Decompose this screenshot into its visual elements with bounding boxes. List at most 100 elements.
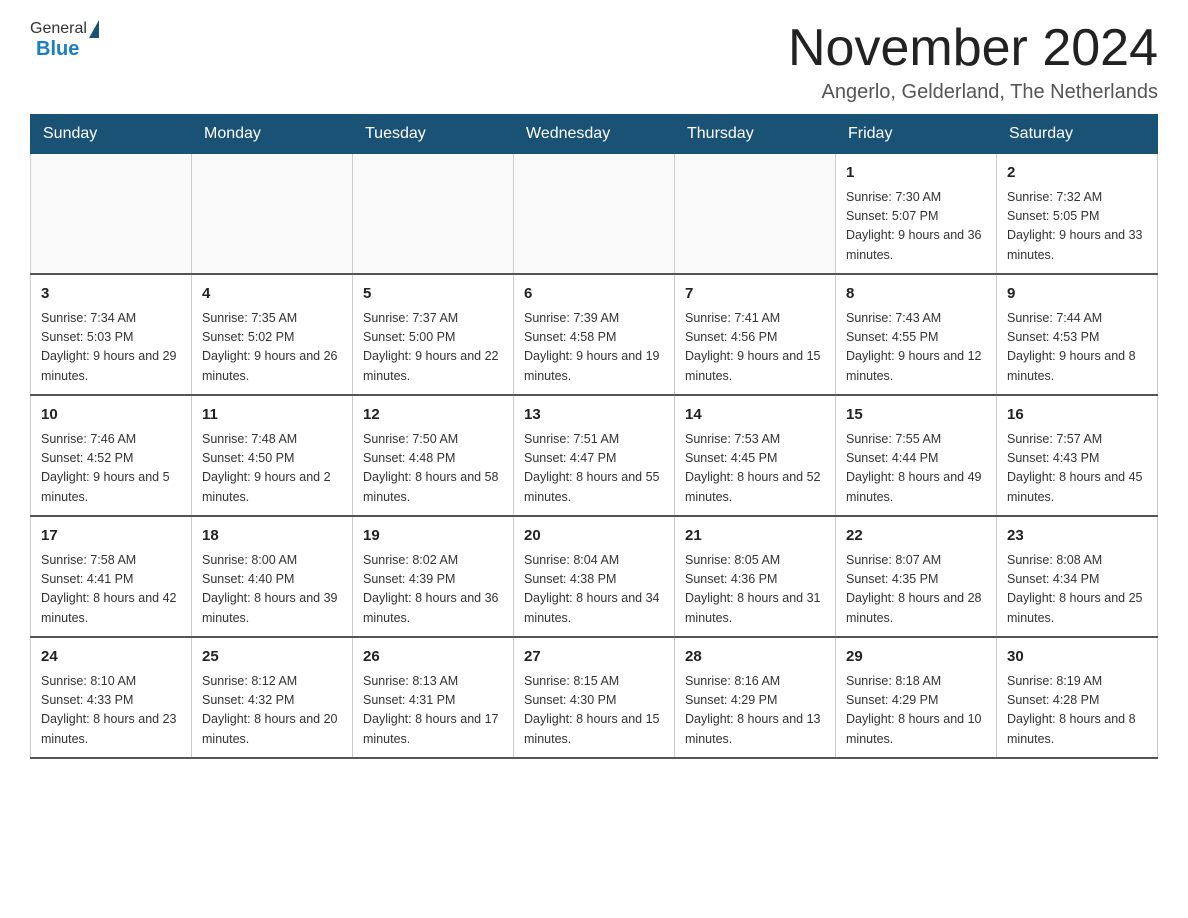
- logo-general-text: General: [30, 20, 87, 38]
- day-number: 30: [1007, 646, 1147, 669]
- calendar-header-row: SundayMondayTuesdayWednesdayThursdayFrid…: [31, 115, 1158, 154]
- day-info: Sunrise: 8:02 AM Sunset: 4:39 PM Dayligh…: [363, 551, 503, 629]
- calendar-cell: 27 Sunrise: 8:15 AM Sunset: 4:30 PM Dayli…: [514, 637, 675, 758]
- day-number: 4: [202, 283, 342, 306]
- day-info: Sunrise: 7:48 AM Sunset: 4:50 PM Dayligh…: [202, 430, 342, 508]
- weekday-header-wednesday: Wednesday: [514, 115, 675, 154]
- day-number: 10: [41, 404, 181, 427]
- calendar-cell: 21 Sunrise: 8:05 AM Sunset: 4:36 PM Dayli…: [675, 516, 836, 637]
- day-info: Sunrise: 7:39 AM Sunset: 4:58 PM Dayligh…: [524, 309, 664, 387]
- calendar-week-row: 10Sunrise: 7:46 AM Sunset: 4:52 PM Dayli…: [31, 395, 1158, 516]
- page-header: General Blue November 2024 Angerlo, Geld…: [30, 20, 1158, 104]
- day-number: 2: [1007, 162, 1147, 185]
- weekday-header-friday: Friday: [836, 115, 997, 154]
- day-number: 24: [41, 646, 181, 669]
- day-number: 14: [685, 404, 825, 427]
- calendar-cell: 16 Sunrise: 7:57 AM Sunset: 4:43 PM Dayli…: [997, 395, 1158, 516]
- weekday-header-monday: Monday: [192, 115, 353, 154]
- calendar-cell: 18 Sunrise: 8:00 AM Sunset: 4:40 PM Dayli…: [192, 516, 353, 637]
- day-info: Sunrise: 8:13 AM Sunset: 4:31 PM Dayligh…: [363, 672, 503, 750]
- day-number: 26: [363, 646, 503, 669]
- day-number: 15: [846, 404, 986, 427]
- day-number: 9: [1007, 283, 1147, 306]
- weekday-header-sunday: Sunday: [31, 115, 192, 154]
- calendar-cell: 8 Sunrise: 7:43 AM Sunset: 4:55 PM Daylig…: [836, 274, 997, 395]
- day-info: Sunrise: 7:30 AM Sunset: 5:07 PM Dayligh…: [846, 188, 986, 266]
- calendar-cell: 25 Sunrise: 8:12 AM Sunset: 4:32 PM Dayli…: [192, 637, 353, 758]
- day-number: 12: [363, 404, 503, 427]
- day-info: Sunrise: 8:16 AM Sunset: 4:29 PM Dayligh…: [685, 672, 825, 750]
- month-title: November 2024: [788, 20, 1158, 77]
- calendar-week-row: 3 Sunrise: 7:34 AM Sunset: 5:03 PM Daylig…: [31, 274, 1158, 395]
- day-number: 28: [685, 646, 825, 669]
- day-number: 6: [524, 283, 664, 306]
- day-number: 29: [846, 646, 986, 669]
- title-area: November 2024 Angerlo, Gelderland, The N…: [788, 20, 1158, 104]
- day-info: Sunrise: 7:44 AM Sunset: 4:53 PM Dayligh…: [1007, 309, 1147, 387]
- calendar-cell: 5 Sunrise: 7:37 AM Sunset: 5:00 PM Daylig…: [353, 274, 514, 395]
- calendar-cell: 14 Sunrise: 7:53 AM Sunset: 4:45 PM Dayli…: [675, 395, 836, 516]
- day-number: 27: [524, 646, 664, 669]
- day-info: Sunrise: 8:00 AM Sunset: 4:40 PM Dayligh…: [202, 551, 342, 629]
- logo: General Blue: [30, 20, 101, 61]
- location-subtitle: Angerlo, Gelderland, The Netherlands: [788, 81, 1158, 104]
- day-number: 25: [202, 646, 342, 669]
- day-number: 18: [202, 525, 342, 548]
- day-info: Sunrise: 8:18 AM Sunset: 4:29 PM Dayligh…: [846, 672, 986, 750]
- calendar-cell: 30 Sunrise: 8:19 AM Sunset: 4:28 PM Dayli…: [997, 637, 1158, 758]
- day-info: Sunrise: 7:57 AM Sunset: 4:43 PM Dayligh…: [1007, 430, 1147, 508]
- logo-triangle-icon: [89, 20, 99, 38]
- calendar-cell: [31, 154, 192, 275]
- calendar-cell: 17 Sunrise: 7:58 AM Sunset: 4:41 PM Dayli…: [31, 516, 192, 637]
- calendar-cell: 24 Sunrise: 8:10 AM Sunset: 4:33 PM Dayli…: [31, 637, 192, 758]
- day-info: Sunrise: 7:35 AM Sunset: 5:02 PM Dayligh…: [202, 309, 342, 387]
- calendar-cell: 19 Sunrise: 8:02 AM Sunset: 4:39 PM Dayli…: [353, 516, 514, 637]
- day-info: Sunrise: 7:53 AM Sunset: 4:45 PM Dayligh…: [685, 430, 825, 508]
- day-info: Sunrise: 7:55 AM Sunset: 4:44 PM Dayligh…: [846, 430, 986, 508]
- day-number: 8: [846, 283, 986, 306]
- day-info: Sunrise: 8:05 AM Sunset: 4:36 PM Dayligh…: [685, 551, 825, 629]
- calendar-cell: 11Sunrise: 7:48 AM Sunset: 4:50 PM Dayli…: [192, 395, 353, 516]
- day-info: Sunrise: 7:37 AM Sunset: 5:00 PM Dayligh…: [363, 309, 503, 387]
- day-number: 3: [41, 283, 181, 306]
- day-number: 20: [524, 525, 664, 548]
- day-info: Sunrise: 7:43 AM Sunset: 4:55 PM Dayligh…: [846, 309, 986, 387]
- day-info: Sunrise: 8:10 AM Sunset: 4:33 PM Dayligh…: [41, 672, 181, 750]
- day-number: 1: [846, 162, 986, 185]
- day-info: Sunrise: 7:41 AM Sunset: 4:56 PM Dayligh…: [685, 309, 825, 387]
- day-number: 5: [363, 283, 503, 306]
- calendar-cell: [353, 154, 514, 275]
- day-number: 19: [363, 525, 503, 548]
- day-info: Sunrise: 7:58 AM Sunset: 4:41 PM Dayligh…: [41, 551, 181, 629]
- day-info: Sunrise: 8:04 AM Sunset: 4:38 PM Dayligh…: [524, 551, 664, 629]
- calendar-cell: 26 Sunrise: 8:13 AM Sunset: 4:31 PM Dayli…: [353, 637, 514, 758]
- day-number: 17: [41, 525, 181, 548]
- day-number: 16: [1007, 404, 1147, 427]
- calendar-cell: 10Sunrise: 7:46 AM Sunset: 4:52 PM Dayli…: [31, 395, 192, 516]
- calendar-cell: [675, 154, 836, 275]
- calendar-week-row: 17 Sunrise: 7:58 AM Sunset: 4:41 PM Dayli…: [31, 516, 1158, 637]
- logo-blue-text: Blue: [36, 38, 79, 60]
- calendar-cell: 9 Sunrise: 7:44 AM Sunset: 4:53 PM Daylig…: [997, 274, 1158, 395]
- day-number: 21: [685, 525, 825, 548]
- day-info: Sunrise: 7:34 AM Sunset: 5:03 PM Dayligh…: [41, 309, 181, 387]
- calendar-cell: 28 Sunrise: 8:16 AM Sunset: 4:29 PM Dayli…: [675, 637, 836, 758]
- day-info: Sunrise: 8:12 AM Sunset: 4:32 PM Dayligh…: [202, 672, 342, 750]
- day-info: Sunrise: 8:19 AM Sunset: 4:28 PM Dayligh…: [1007, 672, 1147, 750]
- calendar-cell: [192, 154, 353, 275]
- calendar-cell: 12 Sunrise: 7:50 AM Sunset: 4:48 PM Dayli…: [353, 395, 514, 516]
- day-number: 22: [846, 525, 986, 548]
- calendar-week-row: 24 Sunrise: 8:10 AM Sunset: 4:33 PM Dayli…: [31, 637, 1158, 758]
- calendar-cell: 23Sunrise: 8:08 AM Sunset: 4:34 PM Dayli…: [997, 516, 1158, 637]
- calendar-cell: [514, 154, 675, 275]
- calendar-cell: 2 Sunrise: 7:32 AM Sunset: 5:05 PM Daylig…: [997, 154, 1158, 275]
- day-info: Sunrise: 8:08 AM Sunset: 4:34 PM Dayligh…: [1007, 551, 1147, 629]
- calendar-cell: 29 Sunrise: 8:18 AM Sunset: 4:29 PM Dayli…: [836, 637, 997, 758]
- day-info: Sunrise: 8:15 AM Sunset: 4:30 PM Dayligh…: [524, 672, 664, 750]
- weekday-header-tuesday: Tuesday: [353, 115, 514, 154]
- day-info: Sunrise: 7:50 AM Sunset: 4:48 PM Dayligh…: [363, 430, 503, 508]
- calendar-cell: 6 Sunrise: 7:39 AM Sunset: 4:58 PM Daylig…: [514, 274, 675, 395]
- weekday-header-thursday: Thursday: [675, 115, 836, 154]
- day-info: Sunrise: 7:32 AM Sunset: 5:05 PM Dayligh…: [1007, 188, 1147, 266]
- day-number: 7: [685, 283, 825, 306]
